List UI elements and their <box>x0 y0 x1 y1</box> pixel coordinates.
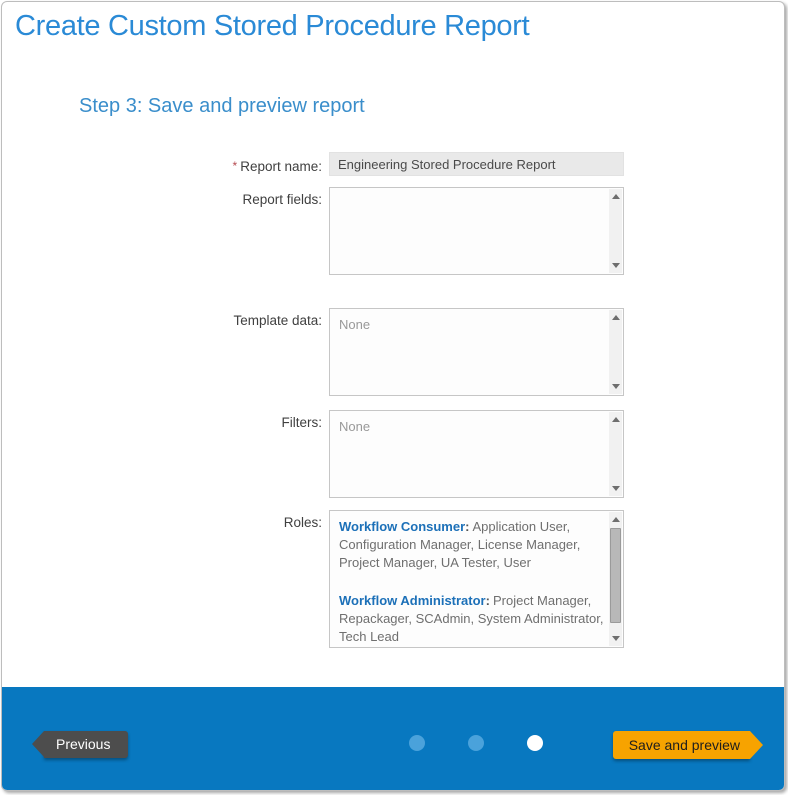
step-dot-1 <box>409 735 425 751</box>
report-form: *Report name: Report fields: Templa <box>2 152 784 648</box>
roles-box[interactable]: Workflow Consumer:Application User, Conf… <box>329 510 624 648</box>
scrollbar-thumb[interactable] <box>610 528 621 623</box>
save-and-preview-button[interactable]: Save and preview <box>613 731 750 759</box>
report-fields-content <box>330 188 609 274</box>
filters-box[interactable]: None <box>329 410 624 498</box>
template-data-box[interactable]: None <box>329 308 624 396</box>
role-entry: Workflow Administrator:Project Manager, … <box>339 592 605 646</box>
filters-content: None <box>330 411 609 497</box>
step-dot-3-active <box>527 735 543 751</box>
scroll-down-icon[interactable] <box>609 481 622 495</box>
template-data-scrollbar[interactable] <box>609 310 622 394</box>
role-name: Workflow Consumer <box>339 519 465 534</box>
scroll-down-icon[interactable] <box>609 379 622 393</box>
step-heading: Step 3: Save and preview report <box>79 95 784 118</box>
filters-scrollbar[interactable] <box>609 412 622 496</box>
template-data-label: Template data: <box>2 308 322 329</box>
report-fields-row: Report fields: <box>2 187 784 275</box>
filters-label: Filters: <box>2 410 322 431</box>
scroll-up-icon[interactable] <box>609 311 622 325</box>
wizard-window: Create Custom Stored Procedure Report St… <box>1 1 785 791</box>
report-name-label: *Report name: <box>2 152 322 175</box>
roles-scrollbar[interactable] <box>609 512 622 646</box>
page-title: Create Custom Stored Procedure Report <box>15 10 784 43</box>
role-name: Workflow Administrator <box>339 593 486 608</box>
roles-row: Roles: Workflow Consumer:Application Use… <box>2 510 784 648</box>
report-name-row: *Report name: <box>2 152 784 176</box>
previous-button[interactable]: Previous <box>44 731 128 758</box>
scroll-down-icon[interactable] <box>609 631 622 645</box>
step-dot-2 <box>468 735 484 751</box>
report-fields-box[interactable] <box>329 187 624 275</box>
wizard-footer: Previous Save and preview <box>2 687 784 790</box>
required-marker: * <box>233 159 238 173</box>
wizard-step-dots <box>409 735 543 751</box>
template-data-content: None <box>330 309 609 395</box>
scroll-up-icon[interactable] <box>609 413 622 427</box>
report-fields-scrollbar[interactable] <box>609 189 622 273</box>
roles-label: Roles: <box>2 510 322 531</box>
role-entry: Workflow Consumer:Application User, Conf… <box>339 518 605 572</box>
report-name-input[interactable] <box>329 152 624 176</box>
roles-content: Workflow Consumer:Application User, Conf… <box>330 511 609 647</box>
report-fields-label: Report fields: <box>2 187 322 208</box>
filters-row: Filters: None <box>2 410 784 498</box>
scroll-down-icon[interactable] <box>609 258 622 272</box>
scroll-up-icon[interactable] <box>609 190 622 204</box>
scroll-up-icon[interactable] <box>609 513 622 527</box>
template-data-row: Template data: None <box>2 308 784 396</box>
